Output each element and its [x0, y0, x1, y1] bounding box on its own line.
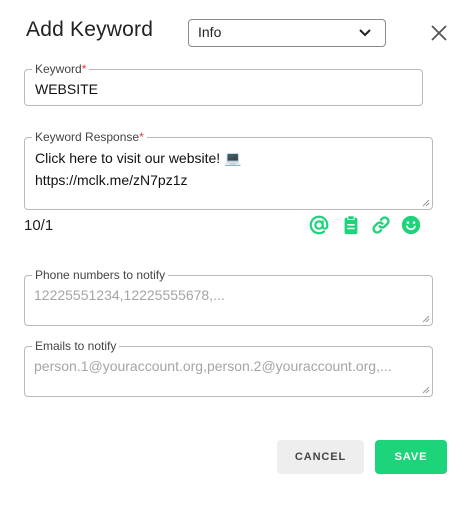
response-line-2: https://mclk.me/zN7pz1z [35, 172, 188, 188]
keyword-field[interactable]: Keyword* WEBSITE [24, 62, 423, 106]
dialog-title: Add Keyword [26, 18, 154, 41]
at-icon[interactable] [308, 214, 330, 236]
link-icon[interactable] [370, 214, 392, 236]
character-counter: 10/1 [24, 217, 54, 234]
keyword-value: WEBSITE [35, 81, 99, 97]
emoji-icon[interactable] [400, 214, 422, 236]
keyword-label: Keyword* [32, 62, 90, 76]
keyword-response-label: Keyword Response* [32, 130, 147, 144]
type-select[interactable]: Info [188, 19, 386, 47]
close-icon[interactable] [429, 23, 449, 43]
clipboard-icon[interactable] [340, 214, 362, 236]
chevron-down-icon [359, 29, 371, 37]
type-select-value: Info [198, 24, 222, 40]
resize-handle-icon[interactable] [422, 315, 430, 323]
emails-field[interactable]: Emails to notify person.1@youraccount.or… [24, 339, 433, 397]
response-line-1: Click here to visit our website! 💻 [35, 150, 242, 166]
save-button[interactable]: SAVE [375, 440, 447, 474]
cancel-button[interactable]: CANCEL [277, 440, 364, 474]
emails-label: Emails to notify [32, 339, 120, 353]
phone-numbers-placeholder: 12225551234,12225555678,... [34, 287, 225, 303]
emails-placeholder: person.1@youraccount.org,person.2@yourac… [34, 358, 392, 374]
resize-handle-icon[interactable] [422, 199, 430, 207]
keyword-response-field[interactable]: Keyword Response* Click here to visit ou… [24, 130, 433, 210]
phone-numbers-field[interactable]: Phone numbers to notify 12225551234,1222… [24, 268, 433, 326]
resize-handle-icon[interactable] [422, 386, 430, 394]
keyword-response-text: Click here to visit our website! 💻 https… [35, 147, 242, 191]
phone-numbers-label: Phone numbers to notify [32, 268, 169, 282]
